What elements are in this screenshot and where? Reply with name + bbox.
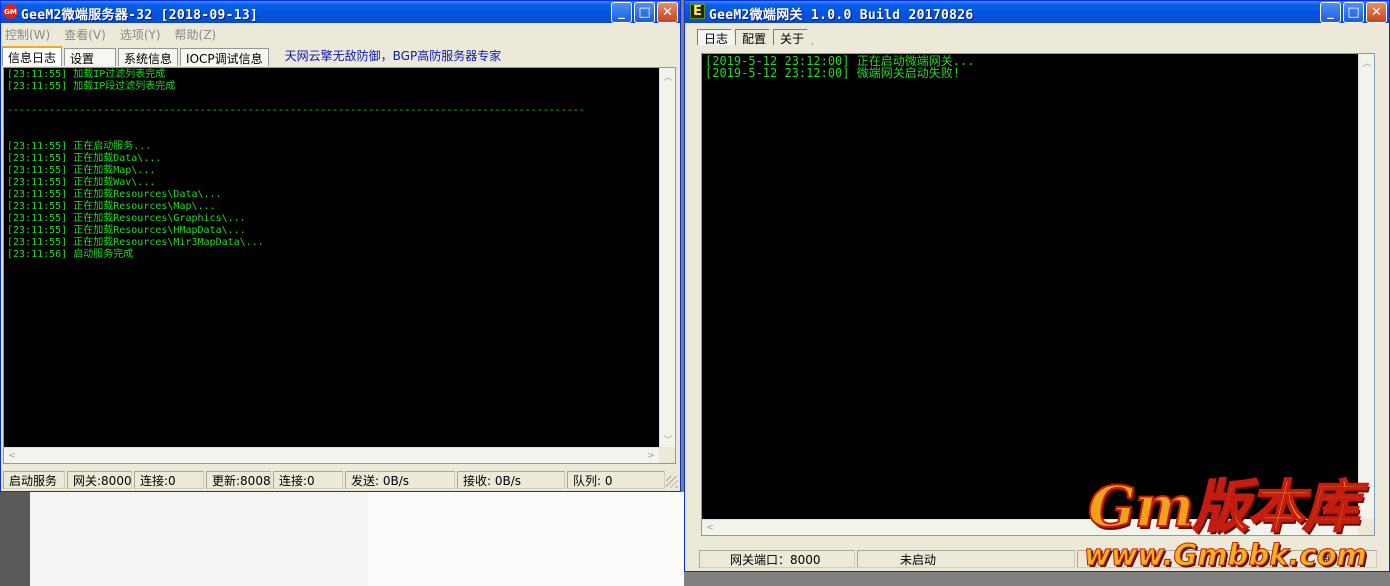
status-update: 更新:8008: [206, 471, 271, 489]
maximize-button[interactable]: □: [634, 2, 655, 23]
status-receive: 接收: 0B/s: [457, 471, 565, 489]
tab-info-log[interactable]: 信息日志: [2, 46, 63, 66]
close-button[interactable]: ✕: [657, 2, 678, 23]
server-window: GM GeeM2微端服务器-32 [2018-09-13] _ □ ✕ 控制(W…: [0, 0, 681, 492]
scroll-left-icon[interactable]: <: [4, 448, 20, 463]
status-update-connections: 连接:0: [273, 471, 343, 489]
menu-options[interactable]: 选项(Y): [120, 26, 161, 43]
status-gateway: 网关:8000: [67, 471, 132, 489]
promo-text[interactable]: 天网云擎无敌防御，BGP高防服务器专家: [285, 47, 502, 64]
maximize-icon: □: [638, 5, 651, 20]
log-line: [23:11:55] 正在加载Wav\...: [7, 177, 156, 188]
close-icon: ✕: [1371, 5, 1382, 20]
gateway-window-title: GeeM2微端网关 1.0.0 Build 20170826: [709, 8, 974, 23]
resize-grip[interactable]: [666, 476, 678, 488]
log-line: [23:11:55] 正在加载Resources\Data\...: [7, 189, 222, 200]
gateway-tabs: 日志 配置 关于: [685, 27, 1389, 45]
server-vertical-scrollbar[interactable]: ︿ ﹀: [659, 68, 675, 447]
watermark-url: www.Gmbbk.com: [1084, 538, 1368, 573]
tab-settings[interactable]: 设置: [64, 48, 117, 66]
server-titlebar[interactable]: GM GeeM2微端服务器-32 [2018-09-13] _ □ ✕: [1, 1, 680, 23]
server-window-title: GeeM2微端服务器-32 [2018-09-13]: [21, 8, 259, 23]
gateway-close-button[interactable]: ✕: [1366, 2, 1387, 23]
gateway-minimize-button[interactable]: _: [1320, 2, 1341, 23]
background-window: [30, 492, 368, 586]
server-log-console[interactable]: [23:11:55] 加载IP过滤列表完成 [23:11:55] 加载IP段过滤列…: [3, 67, 676, 464]
scroll-up-icon[interactable]: ︿: [660, 68, 675, 84]
scroll-corner: [659, 447, 675, 463]
server-app-icon: GM: [3, 4, 18, 19]
close-icon: ✕: [662, 5, 673, 20]
desktop-strip: [0, 492, 30, 586]
log-line: [23:11:55] 正在启动服务...: [7, 141, 152, 152]
gateway-log-console[interactable]: [2019-5-12 23:12:00] 正在启动微端网关... [2019-5-…: [701, 53, 1375, 536]
server-horizontal-scrollbar[interactable]: < >: [4, 447, 659, 463]
server-statusbar: 启动服务 网关:8000 连接:0 更新:8008 连接:0 发送: 0B/s …: [1, 469, 680, 491]
minimize-button[interactable]: _: [611, 2, 632, 23]
log-line: [23:11:55] 正在加载Resources\Map\...: [7, 201, 216, 212]
scroll-up-icon[interactable]: ︿: [1359, 54, 1374, 70]
status-queue: 队列: 0: [567, 471, 665, 489]
server-log-lines: [23:11:55] 加载IP过滤列表完成 [23:11:55] 加载IP段过滤列…: [7, 69, 659, 447]
scroll-down-icon[interactable]: ﹀: [660, 431, 675, 447]
gateway-app-icon: E: [690, 4, 705, 19]
tab-system-info[interactable]: 系统信息: [118, 48, 179, 66]
log-line: [23:11:55] 正在加载Resources\Graphics\...: [7, 213, 246, 224]
server-tabs: 信息日志 设置 系统信息 IOCP调试信息 天网云擎无敌防御，BGP高防服务器专…: [1, 45, 680, 66]
status-connections: 连接:0: [134, 471, 204, 489]
log-line: [23:11:55] 正在加载Resources\HMapData\...: [7, 225, 246, 236]
minimize-icon: _: [1327, 5, 1334, 20]
tab-config[interactable]: 配置: [735, 29, 776, 45]
log-line: [23:11:55] 加载IP过滤列表完成: [7, 69, 166, 80]
status-start-service: 启动服务: [3, 471, 65, 489]
log-line: [23:11:55] 正在加载Map\...: [7, 165, 156, 176]
menu-control[interactable]: 控制(W): [5, 26, 50, 43]
gateway-vertical-scrollbar[interactable]: ︿: [1358, 54, 1374, 519]
gateway-log-lines: [2019-5-12 23:12:00] 正在启动微端网关... [2019-5-…: [705, 55, 1358, 519]
maximize-icon: □: [1347, 5, 1360, 20]
background-window-right: [368, 492, 684, 586]
log-line: [23:11:56] 启动服务完成: [7, 249, 134, 260]
watermark-logo-title: Gm版本库: [1087, 474, 1360, 540]
log-line: [2019-5-12 23:12:00] 微端网关启动失败!: [705, 66, 960, 80]
server-menubar: 控制(W) 查看(V) 选项(Y) 帮助(Z): [1, 23, 680, 45]
minimize-icon: _: [618, 5, 625, 20]
log-line: ----------------------------------------…: [7, 105, 585, 116]
status-send: 发送: 0B/s: [345, 471, 455, 489]
scroll-left-icon[interactable]: <: [702, 520, 718, 535]
gateway-titlebar[interactable]: E GeeM2微端网关 1.0.0 Build 20170826 _ □ ✕: [685, 1, 1389, 23]
status-gateway-state: 未启动: [857, 550, 1075, 568]
menu-help[interactable]: 帮助(Z): [175, 26, 217, 43]
log-line: [23:11:55] 正在加载Resources\Mir3MapData\...: [7, 237, 264, 248]
scroll-right-icon[interactable]: >: [643, 448, 659, 463]
menu-view[interactable]: 查看(V): [64, 26, 106, 43]
tab-about[interactable]: 关于: [773, 29, 814, 45]
log-line: [23:11:55] 加载IP段过滤列表完成: [7, 81, 176, 92]
tab-iocp-debug[interactable]: IOCP调试信息: [180, 48, 269, 66]
tab-log[interactable]: 日志: [697, 29, 738, 45]
status-gateway-port: 网关端口：8000: [699, 550, 855, 568]
log-line: [23:11:55] 正在加载Data\...: [7, 153, 162, 164]
gateway-maximize-button[interactable]: □: [1343, 2, 1364, 23]
